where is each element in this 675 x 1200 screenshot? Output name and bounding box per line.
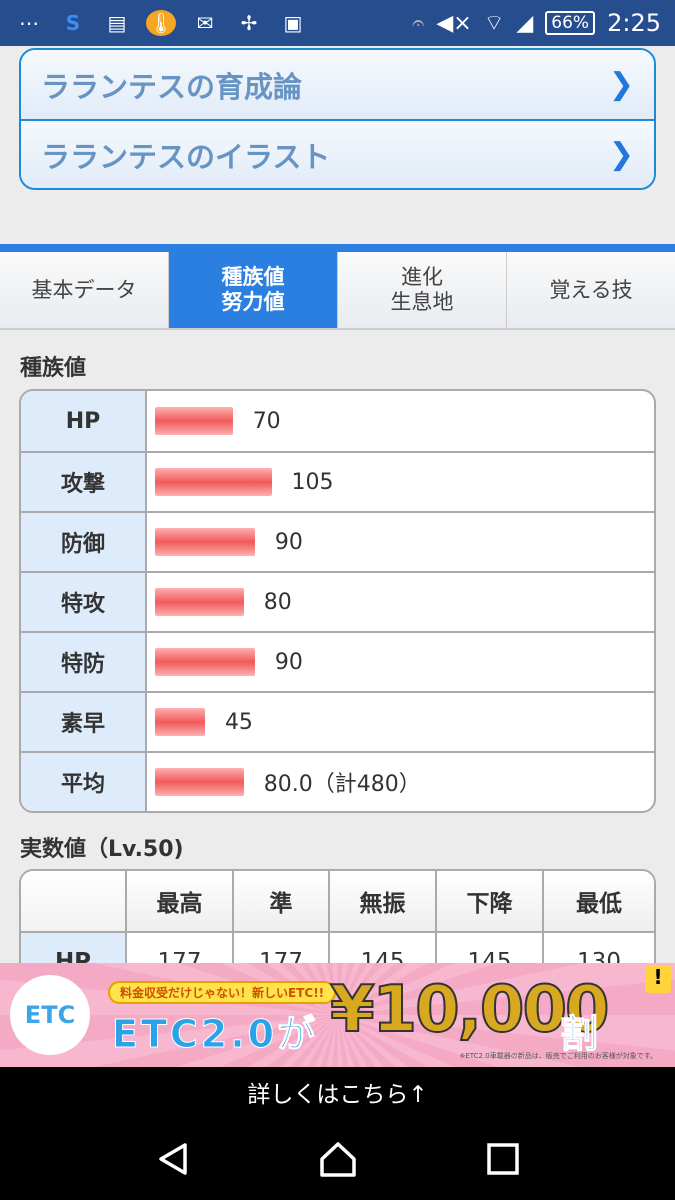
tab-moves[interactable]: 覚える技: [507, 252, 675, 328]
stat-label: HP: [21, 391, 147, 451]
mail-icon: ✉: [196, 11, 214, 35]
header-cell: 最高: [127, 871, 234, 931]
ad-tagline: 料金収受だけじゃない！新しいETC!!: [108, 981, 337, 1004]
stat-value-cell: 80.0（計480）: [147, 753, 654, 811]
ad-caption-link[interactable]: 詳しくはこちら↑: [0, 1067, 675, 1117]
pinwheel-icon: ✢: [240, 11, 258, 35]
section-title-real-stats: 実数値（Lv.50): [20, 837, 184, 862]
ad-banner[interactable]: ETC 料金収受だけじゃない！新しいETC!! ETC2.0が ¥10,000 …: [0, 963, 675, 1067]
stat-value-cell: 70: [147, 391, 654, 451]
thermometer-icon: 🌡: [146, 10, 176, 36]
base-stats-table: HP 70 攻撃 105 防御 90 特攻 80 特防 90 素早 45 平均 80.0（計480）: [19, 389, 656, 813]
stat-row: 特防 90: [21, 631, 654, 691]
stat-label: 平均: [21, 753, 147, 811]
status-bar: ⋯ S ▤ 🌡 ✉ ✢ ▣ 𝄐 ◀× ⌔ ◢ 66% 2:25: [0, 0, 675, 46]
header-cell: 最低: [544, 871, 654, 931]
stat-value-cell: 105: [147, 453, 654, 511]
related-links: ラランテスの育成論 ❯ ラランテスのイラスト ❯: [19, 48, 656, 190]
tab-evolution-habitat[interactable]: 進化 生息地: [338, 252, 507, 328]
stat-bar: [155, 468, 272, 496]
stat-value: 45: [224, 709, 253, 735]
stat-value-cell: 90: [147, 513, 654, 571]
header-cell: 下降: [437, 871, 544, 931]
stat-row: 攻撃 105: [21, 451, 654, 511]
image-icon: ▣: [283, 11, 303, 35]
link-label: ラランテスのイラスト: [41, 139, 331, 174]
clock: 2:25: [607, 9, 661, 37]
stat-label: 特防: [21, 633, 147, 691]
stat-value: 80.0（計480）: [263, 772, 421, 797]
stat-label: 特攻: [21, 573, 147, 631]
tab-base-stats-evs[interactable]: 種族値 努力値: [169, 252, 338, 328]
stat-bar: [155, 768, 244, 796]
ad-disclaimer: ※ETC2.0車載器の新品は、販売でご利用のお客様が対象です。: [459, 1052, 657, 1060]
more-icon: ⋯: [19, 11, 39, 35]
stat-row: 素早 45: [21, 691, 654, 751]
wifi-icon: ⌔: [483, 11, 505, 36]
back-icon[interactable]: [153, 1139, 193, 1179]
stat-bar: [155, 648, 255, 676]
s-app-icon: S: [65, 11, 81, 35]
inbox-icon: ▤: [107, 11, 127, 35]
section-title-base-stats: 種族値: [20, 356, 87, 381]
stat-label: 防御: [21, 513, 147, 571]
stat-value: 90: [274, 529, 303, 555]
header-cell: [21, 871, 127, 931]
ad-info-badge[interactable]: !: [645, 965, 671, 993]
header-cell: 無振: [330, 871, 437, 931]
ad-logo: ETC: [10, 975, 90, 1055]
ad-headline: ETC2.0が: [111, 1012, 319, 1057]
link-illustrations[interactable]: ラランテスのイラスト ❯: [21, 119, 654, 188]
stat-value: 80: [263, 589, 292, 615]
link-label: ラランテスの育成論: [41, 69, 303, 104]
hearing-aid-icon: 𝄐: [412, 10, 425, 36]
stat-value-cell: 90: [147, 633, 654, 691]
stat-label: 攻撃: [21, 453, 147, 511]
table-header-row: 最高 準 無振 下降 最低: [21, 871, 654, 931]
stat-value: 90: [274, 649, 303, 675]
battery-indicator: 66%: [545, 11, 596, 35]
stat-row: 平均 80.0（計480）: [21, 751, 654, 811]
chevron-right-icon: ❯: [608, 67, 634, 102]
home-icon[interactable]: [318, 1139, 358, 1179]
stat-row: 防御 90: [21, 511, 654, 571]
signal-icon: ◢: [516, 10, 534, 36]
stat-bar: [155, 528, 255, 556]
stat-value: 70: [252, 408, 281, 434]
stat-row: HP 70: [21, 391, 654, 451]
stat-bar: [155, 588, 244, 616]
recents-icon[interactable]: [483, 1139, 523, 1179]
stat-bar: [155, 407, 233, 435]
tab-bar: 基本データ 種族値 努力値 進化 生息地 覚える技: [0, 244, 675, 330]
tab-basic-data[interactable]: 基本データ: [0, 252, 169, 328]
nav-bar: [0, 1117, 675, 1200]
stat-value: 105: [291, 469, 334, 495]
stat-row: 特攻 80: [21, 571, 654, 631]
link-training-guide[interactable]: ラランテスの育成論 ❯: [21, 50, 654, 119]
header-cell: 準: [234, 871, 330, 931]
stat-label: 素早: [21, 693, 147, 751]
mute-icon: ◀×: [436, 10, 472, 36]
chevron-right-icon: ❯: [608, 137, 634, 172]
stat-value-cell: 45: [147, 693, 654, 751]
stat-value-cell: 80: [147, 573, 654, 631]
stat-bar: [155, 708, 205, 736]
